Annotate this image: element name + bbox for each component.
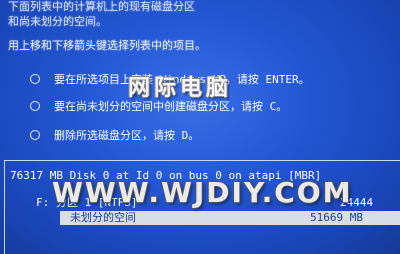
intro-line-3: 用上移和下移箭头键选择列表中的项目。 [8, 39, 206, 52]
setup-screen: 下面列表中的计算机上的现有磁盘分区 和尚未划分的空间。 用上移和下移箭头键选择列… [0, 0, 400, 254]
bullet-icon [30, 101, 40, 111]
unpartitioned-size: 51669 MB [310, 211, 363, 224]
intro-line-1: 下面列表中的计算机上的现有磁盘分区 [8, 0, 195, 13]
watermark-url: WWW.WJDIY.COM [52, 176, 353, 209]
unpartitioned-space-row[interactable]: 未划分的空间 51669 MB [60, 211, 400, 225]
bullet-icon [30, 74, 40, 84]
option-delete-text: 删除所选磁盘分区，请按 D。 [54, 129, 200, 142]
option-delete-partition[interactable]: 删除所选磁盘分区，请按 D。 [30, 129, 199, 142]
watermark-chinese: 网际电脑 [128, 76, 233, 101]
bullet-icon [30, 130, 40, 140]
intro-line-2: 和尚未划分的空间。 [8, 15, 107, 28]
unpartitioned-label: 未划分的空间 [70, 211, 136, 224]
